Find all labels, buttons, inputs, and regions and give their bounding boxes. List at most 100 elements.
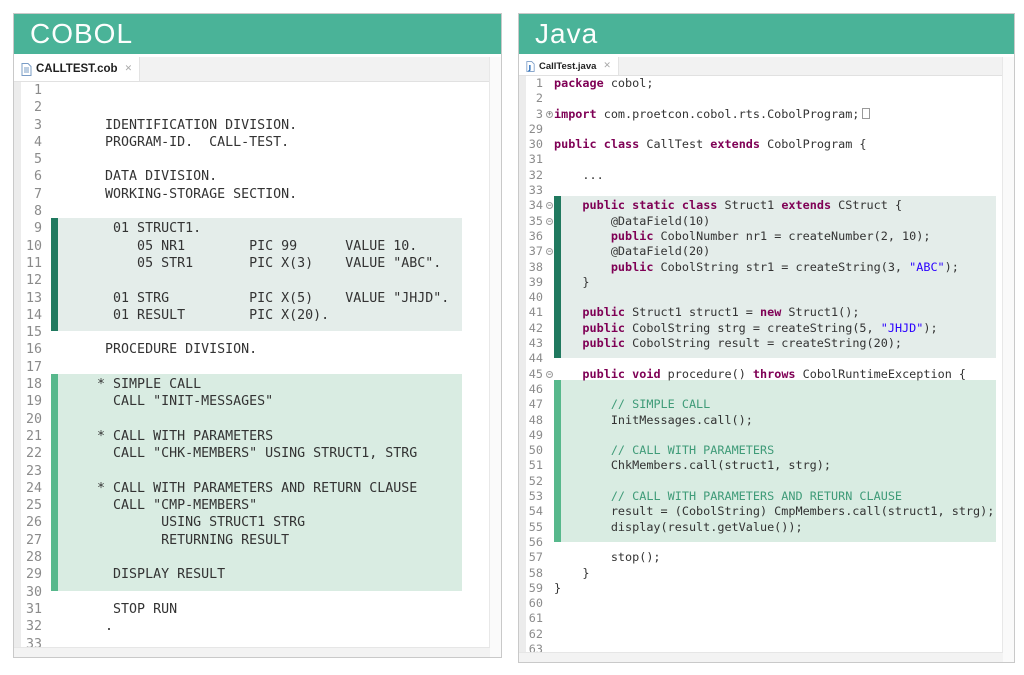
code-line[interactable]: 15 bbox=[14, 324, 501, 341]
code-line[interactable]: 60 bbox=[519, 596, 1014, 611]
code-line[interactable]: 59} bbox=[519, 581, 1014, 596]
horizontal-scrollbar[interactable] bbox=[519, 652, 1003, 662]
code-line[interactable]: 48 InitMessages.call(); bbox=[519, 413, 1014, 428]
code-line[interactable]: 16 PROCEDURE DIVISION. bbox=[14, 341, 501, 358]
code-line[interactable]: 61 bbox=[519, 611, 1014, 626]
code-line[interactable]: 1package cobol; bbox=[519, 76, 1014, 91]
code-line[interactable]: 46 bbox=[519, 382, 1014, 397]
code-line[interactable]: 32 . bbox=[14, 618, 501, 635]
code-line[interactable]: 3+import com.proetcon.cobol.rts.CobolPro… bbox=[519, 107, 1014, 122]
code-line[interactable]: 20 bbox=[14, 411, 501, 428]
tab-label: CallTest.java bbox=[539, 61, 596, 72]
code-line[interactable]: 55 display(result.getValue()); bbox=[519, 520, 1014, 535]
vertical-scrollbar[interactable] bbox=[1002, 57, 1014, 662]
tab-calltest-java[interactable]: J CallTest.java ✕ bbox=[519, 57, 619, 75]
code-line[interactable]: 6 DATA DIVISION. bbox=[14, 168, 501, 185]
code-line[interactable]: 4 PROGRAM-ID. CALL-TEST. bbox=[14, 134, 501, 151]
code-line[interactable]: 37− @DataField(20) bbox=[519, 244, 1014, 259]
code-text: CALL "CMP-MEMBERS" bbox=[49, 497, 257, 514]
code-line[interactable]: 13 01 STRG PIC X(5) VALUE "JHJD". bbox=[14, 290, 501, 307]
code-line[interactable]: 2 bbox=[519, 91, 1014, 106]
code-line[interactable]: 45− public void procedure() throws Cobol… bbox=[519, 367, 1014, 382]
vertical-scrollbar[interactable] bbox=[489, 57, 501, 657]
code-line[interactable]: 53 // CALL WITH PARAMETERS AND RETURN CL… bbox=[519, 489, 1014, 504]
fold-margin bbox=[546, 152, 554, 167]
line-number: 29 bbox=[526, 122, 546, 137]
code-line[interactable]: 40 bbox=[519, 290, 1014, 305]
code-line[interactable]: 29 bbox=[519, 122, 1014, 137]
code-line[interactable]: 56 bbox=[519, 535, 1014, 550]
fold-minus-icon[interactable]: − bbox=[546, 371, 553, 378]
tab-calltest-cob[interactable]: CALLTEST.cob ✕ bbox=[14, 57, 140, 81]
code-text: CALL "INIT-MESSAGES" bbox=[49, 393, 273, 410]
code-line[interactable]: 35− @DataField(10) bbox=[519, 214, 1014, 229]
line-number: 36 bbox=[526, 229, 546, 244]
code-line[interactable]: 2 bbox=[14, 99, 501, 116]
code-line[interactable]: 50 // CALL WITH PARAMETERS bbox=[519, 443, 1014, 458]
line-number: 13 bbox=[21, 290, 49, 307]
code-line[interactable]: 29 DISPLAY RESULT bbox=[14, 566, 501, 583]
line-number: 1 bbox=[21, 82, 49, 99]
code-line[interactable]: 12 bbox=[14, 272, 501, 289]
code-line[interactable]: 42 public CobolString strg = createStrin… bbox=[519, 321, 1014, 336]
code-line[interactable]: 30 bbox=[14, 584, 501, 601]
code-line[interactable]: 54 result = (CobolString) CmpMembers.cal… bbox=[519, 504, 1014, 519]
code-line[interactable]: 19 CALL "INIT-MESSAGES" bbox=[14, 393, 501, 410]
fold-minus-icon[interactable]: − bbox=[546, 218, 553, 225]
cobol-code-editor[interactable]: 123 IDENTIFICATION DIVISION.4 PROGRAM-ID… bbox=[14, 82, 501, 649]
line-number: 39 bbox=[526, 275, 546, 290]
code-line[interactable]: 36 public CobolNumber nr1 = createNumber… bbox=[519, 229, 1014, 244]
line-number: 12 bbox=[21, 272, 49, 289]
code-line[interactable]: 25 CALL "CMP-MEMBERS" bbox=[14, 497, 501, 514]
fold-minus-icon[interactable]: − bbox=[546, 248, 553, 255]
code-line[interactable]: 43 public CobolString result = createStr… bbox=[519, 336, 1014, 351]
code-line[interactable]: 57 stop(); bbox=[519, 550, 1014, 565]
code-line[interactable]: 28 bbox=[14, 549, 501, 566]
java-panel-header: Java bbox=[519, 14, 1014, 54]
code-line[interactable]: 5 bbox=[14, 151, 501, 168]
code-line[interactable]: 41 public Struct1 struct1 = new Struct1(… bbox=[519, 305, 1014, 320]
code-line[interactable]: 31 bbox=[519, 152, 1014, 167]
code-line[interactable]: 38 public CobolString str1 = createStrin… bbox=[519, 260, 1014, 275]
code-text: PROCEDURE DIVISION. bbox=[49, 341, 257, 358]
horizontal-scrollbar[interactable] bbox=[14, 647, 490, 657]
code-line[interactable]: 23 bbox=[14, 463, 501, 480]
code-line[interactable]: 1 bbox=[14, 82, 501, 99]
code-line[interactable]: 24 * CALL WITH PARAMETERS AND RETURN CLA… bbox=[14, 480, 501, 497]
code-line[interactable]: 51 ChkMembers.call(struct1, strg); bbox=[519, 458, 1014, 473]
code-line[interactable]: 52 bbox=[519, 474, 1014, 489]
fold-plus-icon[interactable]: + bbox=[546, 111, 553, 118]
code-line[interactable]: 11 05 STR1 PIC X(3) VALUE "ABC". bbox=[14, 255, 501, 272]
line-number: 18 bbox=[21, 376, 49, 393]
code-line[interactable]: 8 bbox=[14, 203, 501, 220]
code-line[interactable]: 58 } bbox=[519, 566, 1014, 581]
collapsed-region-icon[interactable] bbox=[862, 108, 870, 119]
code-line[interactable]: 62 bbox=[519, 627, 1014, 642]
code-line[interactable]: 18 * SIMPLE CALL bbox=[14, 376, 501, 393]
code-line[interactable]: 27 RETURNING RESULT bbox=[14, 532, 501, 549]
fold-minus-icon[interactable]: − bbox=[546, 202, 553, 209]
code-line[interactable]: 17 bbox=[14, 359, 501, 376]
code-line[interactable]: 3 IDENTIFICATION DIVISION. bbox=[14, 117, 501, 134]
java-code-editor[interactable]: 1package cobol;23+import com.proetcon.co… bbox=[519, 76, 1014, 654]
code-line[interactable]: 31 STOP RUN bbox=[14, 601, 501, 618]
code-line[interactable]: 14 01 RESULT PIC X(20). bbox=[14, 307, 501, 324]
code-line[interactable]: 30public class CallTest extends CobolPro… bbox=[519, 137, 1014, 152]
code-line[interactable]: 7 WORKING-STORAGE SECTION. bbox=[14, 186, 501, 203]
code-line[interactable]: 21 * CALL WITH PARAMETERS bbox=[14, 428, 501, 445]
code-line[interactable]: 49 bbox=[519, 428, 1014, 443]
code-line[interactable]: 26 USING STRUCT1 STRG bbox=[14, 514, 501, 531]
code-line[interactable]: 47 // SIMPLE CALL bbox=[519, 397, 1014, 412]
code-line[interactable]: 44 bbox=[519, 351, 1014, 366]
code-line[interactable]: 33 bbox=[519, 183, 1014, 198]
code-line[interactable]: 9 01 STRUCT1. bbox=[14, 220, 501, 237]
code-line[interactable]: 39 } bbox=[519, 275, 1014, 290]
tab-close-icon[interactable]: ✕ bbox=[603, 61, 611, 71]
cobol-panel-header: COBOL bbox=[14, 14, 501, 54]
code-line[interactable]: 10 05 NR1 PIC 99 VALUE 10. bbox=[14, 238, 501, 255]
tab-close-icon[interactable]: ✕ bbox=[125, 64, 133, 74]
code-text: 01 STRG PIC X(5) VALUE "JHJD". bbox=[49, 290, 449, 307]
code-line[interactable]: 32 ... bbox=[519, 168, 1014, 183]
code-line[interactable]: 22 CALL "CHK-MEMBERS" USING STRUCT1, STR… bbox=[14, 445, 501, 462]
code-line[interactable]: 34− public static class Struct1 extends … bbox=[519, 198, 1014, 213]
